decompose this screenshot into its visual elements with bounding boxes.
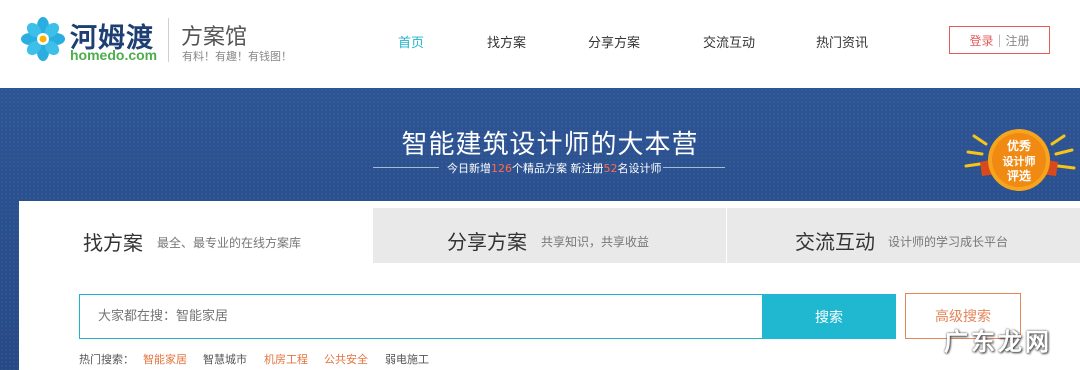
tab-desc: 共享知识，共享收益: [541, 235, 650, 249]
site-header: 河姆渡 homedo.com 方案馆 有料！有趣！有钱图！ 首页 找方案 分享方…: [0, 0, 1080, 88]
tab-title: 分享方案: [447, 230, 527, 254]
badge-line2: 设计师: [1003, 154, 1036, 168]
banner-left-line: [373, 167, 439, 168]
badge-line1: 优秀: [1007, 138, 1032, 153]
hot-search-item[interactable]: 弱电施工: [385, 351, 429, 367]
banner-right-line: [663, 167, 725, 168]
stats-suffix: 名设计师: [617, 162, 662, 175]
designer-award-badge-icon[interactable]: 优秀 设计师 评选: [960, 122, 1078, 194]
login-link[interactable]: 登录: [969, 32, 993, 49]
hot-search-item[interactable]: 公共安全: [324, 351, 368, 367]
stats-middle: 个精品方案 新注册: [512, 162, 604, 175]
tab-desc: 设计师的学习成长平台: [888, 235, 1009, 249]
tab-find-plans[interactable]: 找方案 最全、最专业的在线方案库: [19, 201, 372, 263]
banner-stats: 今日新增126个精品方案 新注册52名设计师: [373, 160, 725, 176]
search-panel: 找方案 最全、最专业的在线方案库 分享方案 共享知识，共享收益 交流互动 设计师…: [19, 201, 1080, 370]
search-input[interactable]: [80, 295, 762, 338]
stats-prefix: 今日新增: [447, 162, 491, 175]
site-slogan: 有料！有趣！有钱图！: [182, 50, 292, 63]
register-link[interactable]: 注册: [1006, 32, 1030, 49]
tab-interaction[interactable]: 交流互动 设计师的学习成长平台: [727, 208, 1080, 263]
auth-separator: |: [997, 33, 1002, 47]
hot-search-label: 热门搜索：: [79, 353, 134, 366]
logo-divider: [168, 18, 169, 62]
tab-title: 交流互动: [795, 230, 875, 254]
nav-item-share-plans[interactable]: 分享方案: [588, 32, 640, 51]
new-designers-count: 52: [603, 162, 618, 175]
badge-line3: 评选: [1007, 168, 1031, 183]
tab-desc: 最全、最专业的在线方案库: [157, 236, 302, 250]
nav-item-find-plans[interactable]: 找方案: [487, 32, 526, 51]
hot-search-item[interactable]: 机房工程: [264, 351, 308, 367]
site-name: 方案馆: [181, 25, 248, 50]
new-plans-count: 126: [491, 162, 512, 175]
tab-bar: 找方案 最全、最专业的在线方案库 分享方案 共享知识，共享收益 交流互动 设计师…: [19, 201, 1080, 263]
watermark: 广东龙网: [944, 328, 1052, 356]
hot-search-item[interactable]: 智慧城市: [203, 351, 247, 367]
flower-logo-icon: [21, 17, 65, 61]
tab-share-plans[interactable]: 分享方案 共享知识，共享收益: [373, 208, 726, 263]
nav-item-home[interactable]: 首页: [398, 32, 424, 51]
banner-title: 智能建筑设计师的大本营: [401, 130, 699, 160]
homedo-logo[interactable]: 河姆渡 homedo.com: [20, 14, 160, 64]
hot-search-item[interactable]: 智能家居: [143, 351, 187, 367]
nav-item-interaction[interactable]: 交流互动: [703, 32, 755, 51]
tab-title: 找方案: [83, 231, 143, 255]
search-button[interactable]: 搜索: [762, 294, 896, 339]
nav-item-hot-news[interactable]: 热门资讯: [816, 32, 868, 51]
auth-box: 登录 | 注册: [949, 26, 1050, 54]
banner-stats-text: 今日新增126个精品方案 新注册52名设计师: [447, 160, 662, 176]
search-box: [79, 294, 762, 339]
brand-name-en: homedo.com: [70, 47, 158, 63]
